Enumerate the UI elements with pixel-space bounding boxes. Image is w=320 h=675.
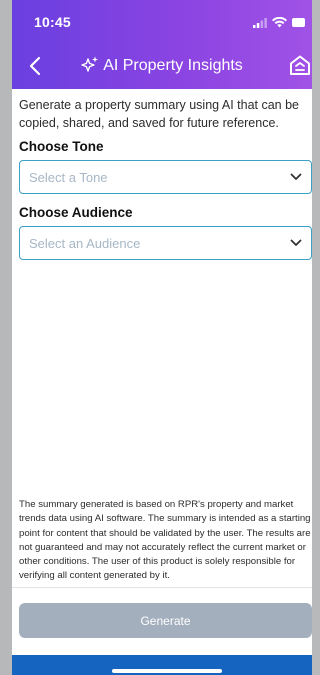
app-screen: 10:45 AI Property Insights Generate a pr…: [12, 0, 312, 675]
home-icon[interactable]: [288, 53, 312, 77]
tone-label: Choose Tone: [19, 139, 104, 154]
status-icons: [253, 17, 306, 28]
bottom-bar: [12, 655, 312, 675]
status-time: 10:45: [34, 14, 71, 30]
intro-text: Generate a property summary using AI tha…: [19, 98, 300, 130]
wifi-icon: [272, 17, 287, 28]
disclaimer-text: The summary generated is based on RPR's …: [19, 499, 311, 582]
chevron-down-icon: [290, 239, 302, 246]
audience-placeholder: Select an Audience: [29, 236, 141, 251]
generate-button[interactable]: Generate: [19, 603, 312, 638]
signal-icon: [253, 17, 267, 28]
form-content: Generate a property summary using AI tha…: [19, 96, 312, 260]
device-frame-edge: [0, 0, 12, 675]
battery-icon: [292, 18, 305, 27]
nav-title-wrap: AI Property Insights: [12, 56, 312, 75]
audience-label: Choose Audience: [19, 205, 133, 220]
chevron-down-icon: [290, 173, 302, 180]
home-indicator[interactable]: [112, 669, 222, 673]
page-title: AI Property Insights: [103, 57, 243, 74]
audience-select[interactable]: Select an Audience: [19, 226, 312, 260]
divider: [12, 587, 312, 588]
tone-placeholder: Select a Tone: [29, 170, 108, 185]
sparkle-icon: [81, 56, 99, 72]
tone-select[interactable]: Select a Tone: [19, 160, 312, 194]
app-header: 10:45 AI Property Insights: [12, 0, 312, 89]
